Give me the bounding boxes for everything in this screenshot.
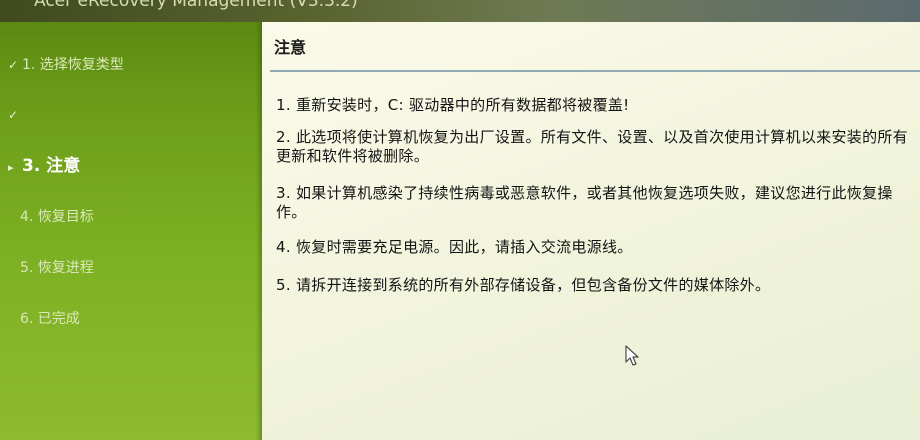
step-2: ✓ [8,102,22,128]
notice-panel: 注意 1. 重新安装时，C: 驱动器中的所有数据都将被覆盖! 2. 此选项将使计… [262,22,920,440]
checkmark-icon: ✓ [8,108,19,122]
window-title: Acer eRecovery Management (V3.3.2) [34,0,358,11]
step-completed: 6. 已完成 [20,306,80,332]
step-notice-current: ▸ 3. 注意 [8,153,80,179]
recovery-window: Acer eRecovery Management (V3.3.2) ✓ 1. 选… [0,0,920,440]
notice-item: 3. 如果计算机感染了持续性病毒或恶意软件，或者其他恢复选项失败，建议您进行此恢… [276,184,893,221]
page-title: 注意 [274,38,307,57]
notice-item: 4. 恢复时需要充足电源。因此，请插入交流电源线。 [276,238,633,256]
step-label: 5. 恢复进程 [20,260,94,276]
step-recovery-progress: 5. 恢复进程 [20,255,94,281]
arrow-right-icon: ▸ [8,161,14,174]
step-recovery-target: 4. 恢复目标 [20,204,94,230]
notice-item: 2. 此选项将使计算机恢复为出厂设置。所有文件、设置、以及首次使用计算机以来安装… [276,128,908,165]
title-bar: Acer eRecovery Management (V3.3.2) [0,0,920,22]
notice-item: 1. 重新安装时，C: 驱动器中的所有数据都将被覆盖! [276,96,630,114]
step-select-recovery-type: ✓ 1. 选择恢复类型 [8,52,124,78]
step-label: 6. 已完成 [20,311,80,327]
checkmark-icon: ✓ [8,58,19,72]
notice-item: 5. 请拆开连接到系统的所有外部存储设备，但包含备份文件的媒体除外。 [276,276,771,294]
step-label: 3. 注意 [22,156,81,176]
step-label: 4. 恢复目标 [20,209,94,225]
step-label: 1. 选择恢复类型 [22,57,124,73]
steps-sidebar: ✓ 1. 选择恢复类型 ✓ ▸ 3. 注意 4. 恢复目标 5. 恢复进程 6. 已… [0,22,262,440]
mouse-cursor-icon [625,345,639,366]
title-divider [270,70,920,72]
